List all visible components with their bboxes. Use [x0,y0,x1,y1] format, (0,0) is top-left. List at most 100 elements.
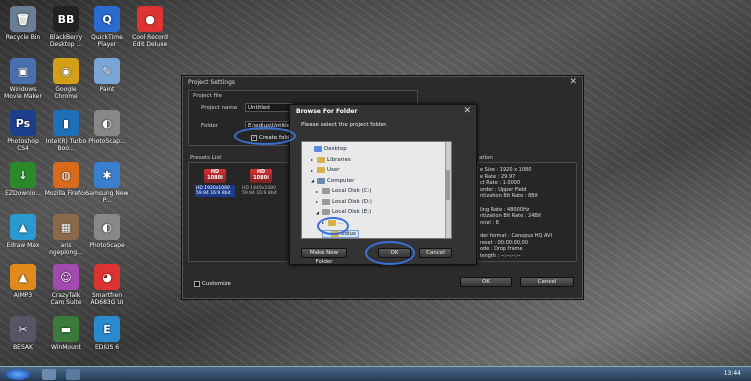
tree-scrollbar[interactable] [445,142,451,238]
app-icon: Ps [10,110,36,136]
tree-item[interactable]: Desktop [308,146,347,152]
desktop-icon-label: EDIUS 6 [94,344,120,351]
expand-arrow-icon[interactable]: ▸ [316,189,320,194]
desktop-icon-label: Paint [99,86,115,93]
desktop-icon-label: Google Chrome [54,86,78,100]
app-icon: ✂ [10,316,36,342]
info-line: e Size : 1920 x 1080 [480,167,532,173]
expand-arrow-icon[interactable]: ◢ [311,178,315,183]
tree-item-label: Desktop [324,146,347,152]
presets-list: HD 1080i HD 1920x1080 59.94 16:9 8bit HD… [188,162,293,262]
desktop-icon[interactable]: ✂ BESAK [1,316,45,351]
tree-item[interactable]: ◢ Computer [311,177,355,184]
info-line: order : Upper Field [480,186,527,193]
dialog-title: Project Settings [188,79,236,86]
desktop-icon[interactable]: ▬ WinMount [44,316,88,351]
desktop-icon-label: WinMount [50,344,82,351]
app-icon: ▬ [53,316,79,342]
info-line: reset : 00:00:00;00 [480,239,529,246]
project-name-input[interactable]: Untitled [245,103,293,112]
taskbar: 13:44 [0,366,751,381]
desktop-icon[interactable]: ◐ PhotoScap... [85,110,129,145]
info-line [480,226,574,233]
app-icon: 🗑 [10,6,36,32]
desktop-icon[interactable]: ▮ Intel(R) Turbo Boo... [44,110,88,152]
tree-item[interactable]: ▸ Local Disk (D:) [316,198,372,205]
preset-item[interactable]: HD 1080i HD 1920x1080 59.94 16:9 8bit [195,169,235,197]
expand-arrow-icon[interactable]: ▸ [311,168,315,173]
desktop-icon[interactable]: 🗑 Recycle Bin [1,6,45,41]
folder-icon [322,188,330,194]
desktop-icon[interactable]: Q QuickTime Player [85,6,129,48]
desktop-icon[interactable]: BB BlackBerry Desktop ... [44,6,88,48]
close-icon[interactable]: ✕ [569,77,577,87]
desktop-icon-label: BESAK [13,344,33,351]
preset-item[interactable]: HD 1080i HD 1440x1080 59.94 16:9 8bit [241,169,281,197]
app-icon: ☺ [53,264,79,290]
prompt-text: Please select the project folder. [301,122,388,128]
desktop-icon-label: Recycle Bin [5,34,41,41]
make-new-folder-button[interactable]: Make New Folder [301,248,347,265]
cancel-button[interactable]: Cancel [520,277,574,287]
tree-item[interactable]: ◢ Local Disk (E:) [316,209,371,215]
expand-arrow-icon[interactable]: ▸ [311,157,315,162]
desktop-icon[interactable]: ◐ PhotoScape [85,214,129,249]
dialog-title: Browse For Folder [296,108,358,115]
info-line: der format : Canopus HQ AVI [480,232,553,239]
tree-item-label: Computer [327,177,355,184]
app-icon: ● [137,6,163,32]
preset-caption: HD 1920x1080 59.94 16:9 8bit [195,185,235,197]
desktop-icon[interactable]: ◕ Smartfren AD683G UI [85,264,129,306]
desktop-icon[interactable]: E EDIUS 6 [85,316,129,351]
desktop-icon[interactable]: ◍ Mozilla Firefox [44,162,88,197]
tree-item-label: User [327,167,340,173]
desktop-icon[interactable]: ✎ Paint [85,58,129,93]
tree-item-label: Local Disk (D:) [332,198,372,205]
desktop-icon[interactable]: ▲ AIMP3 [1,264,45,299]
app-icon: BB [53,6,79,32]
desktop-icon[interactable]: ◉ Google Chrome [44,58,88,100]
expand-arrow-icon[interactable]: ▸ [316,199,320,204]
taskbar-app[interactable] [42,369,56,380]
tree-item[interactable]: ▸ User [311,167,340,173]
app-icon: ▦ [53,214,79,240]
desktop-icon[interactable]: ▣ Windows Movie Maker [1,58,45,100]
desktop-icon[interactable]: ● Cool Record Edit Deluxe [128,6,172,48]
desktop-icon-label: Samsung New P... [85,190,129,204]
desktop-icon[interactable]: ↓ EZDownlo... [1,162,45,197]
scrollbar-thumb[interactable] [446,170,450,200]
customize-checkbox[interactable]: Customize [194,281,231,287]
desktop-icon-label: EZDownlo... [5,190,41,197]
desktop-icon[interactable]: ☺ CrazyTalk Cam Suite [44,264,88,306]
desktop-icon[interactable]: Ps Photoshop CS4 [1,110,45,152]
checkbox-box [194,281,200,287]
ok-button[interactable]: OK [460,277,512,287]
taskbar-app[interactable] [66,369,80,380]
close-icon[interactable]: ✕ [463,106,471,116]
app-icon: ◍ [53,162,79,188]
info-lines: e Size : 1920 x 1080 e Rate : 29.97 ct Rat… [480,167,574,259]
info-line: length : --:--:--;-- [480,252,521,259]
info-line [480,200,574,207]
desktop-icon-label: PhotoScap... [88,138,126,145]
highlight-circle-edius [317,217,349,235]
start-button[interactable] [6,369,30,380]
app-icon: ▣ [10,58,36,84]
tree-item[interactable]: ▸ Libraries [311,156,351,163]
hd-icon: HD 1080i [250,169,272,183]
desktop-icon-label: aris ngeplong... [49,242,83,256]
cancel-button[interactable]: Cancel [419,248,452,258]
presets-list-label: Presets List [190,155,222,161]
tree-item[interactable]: ▸ Local Disk (C:) [316,188,372,194]
info-line: ct Rate : 1.0000 [480,180,521,187]
information-label: ation [479,155,493,161]
group-label: Project file [193,93,222,99]
expand-arrow-icon[interactable]: ◢ [316,210,320,215]
app-icon: E [94,316,120,342]
folder-icon [317,156,325,163]
desktop-icon[interactable]: ▲ Edraw Max [1,214,45,249]
tree-item-label: Local Disk (C:) [332,188,372,194]
desktop-icon[interactable]: ▦ aris ngeplong... [44,214,88,256]
app-icon: ◉ [53,58,79,84]
desktop-icon[interactable]: ✱ Samsung New P... [85,162,129,204]
